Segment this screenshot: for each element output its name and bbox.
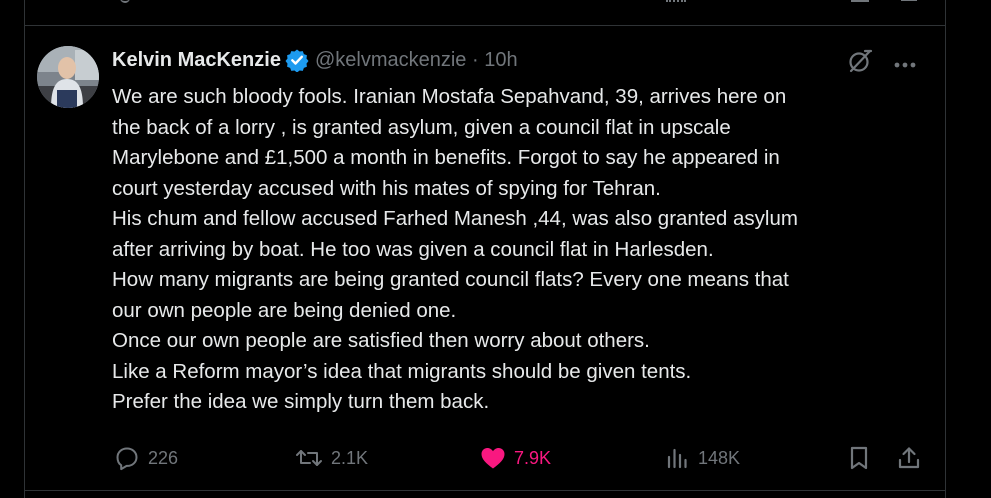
reply-button[interactable]: 226: [114, 442, 178, 474]
reply-icon[interactable]: [120, 0, 130, 3]
reply-count: 226: [148, 447, 179, 468]
verified-badge-icon[interactable]: [285, 48, 309, 73]
timeline-frame: Kelvin MacKenzie @kelvmackenzie · 10h We…: [0, 0, 991, 498]
repost-button[interactable]: 2.1K: [295, 442, 368, 474]
reply-icon: [116, 447, 138, 471]
tweet-header: Kelvin MacKenzie @kelvmackenzie · 10h: [112, 46, 518, 74]
tweet-text-line: Prefer the idea we simply turn them back…: [112, 390, 490, 413]
more-icon[interactable]: [893, 54, 917, 73]
views-icon[interactable]: [666, 0, 686, 2]
tweet-divider: [25, 490, 945, 491]
views-icon: [667, 448, 687, 469]
previous-tweet-actions-edge: [25, 0, 945, 26]
tweet-action-bar: 226 2.1K 7.9K 148K: [112, 442, 932, 474]
bookmark-icon: [850, 446, 868, 470]
grok-icon[interactable]: [847, 48, 873, 78]
tweet-text-line: How many migrants are being granted coun…: [112, 268, 789, 291]
tweet-text-line: Once our own people are satisfied then w…: [112, 329, 650, 352]
tweet-text-line: court yesterday accused with his mates o…: [112, 176, 661, 200]
like-count: 7.9K: [514, 447, 552, 468]
handle-and-timestamp[interactable]: @kelvmackenzie · 10h: [315, 49, 518, 72]
avatar[interactable]: [37, 46, 99, 108]
display-name[interactable]: Kelvin MacKenzie: [112, 49, 281, 72]
like-button[interactable]: 7.9K: [480, 442, 551, 474]
tweet-text-line: our own people are being denied one.: [112, 298, 457, 322]
tweet-header-actions: [847, 48, 917, 78]
share-icon: [898, 447, 920, 469]
tweet-text-line: We are such bloody fools. Iranian Mostaf…: [112, 85, 787, 108]
bookmark-icon[interactable]: [851, 0, 869, 2]
repost-count: 2.1K: [331, 447, 369, 468]
avatar-photo: [37, 46, 99, 108]
heart-filled-icon: [481, 448, 505, 469]
views-button[interactable]: 148K: [664, 442, 740, 474]
repost-icon: [296, 450, 322, 466]
view-count: 148K: [698, 447, 741, 468]
tweet-text: We are such bloody fools. Iranian Mostaf…: [112, 82, 932, 418]
tweet-card[interactable]: Kelvin MacKenzie @kelvmackenzie · 10h We…: [25, 26, 945, 490]
bookmark-button[interactable]: [847, 442, 871, 474]
column-border-right: [945, 0, 946, 498]
tweet-text-line: Marylebone and £1,500 a month in benefit…: [112, 146, 780, 169]
tweet-text-line: His chum and fellow accused Farhed Manes…: [112, 207, 798, 230]
share-button[interactable]: [896, 442, 922, 474]
tweet-text-line: the back of a lorry , is granted asylum,…: [112, 115, 731, 139]
tweet-text-line: Like a Reform mayor’s idea that migrants…: [112, 359, 692, 383]
share-icon[interactable]: [901, 0, 917, 1]
tweet-text-line: after arriving by boat. He too was given…: [112, 237, 714, 261]
